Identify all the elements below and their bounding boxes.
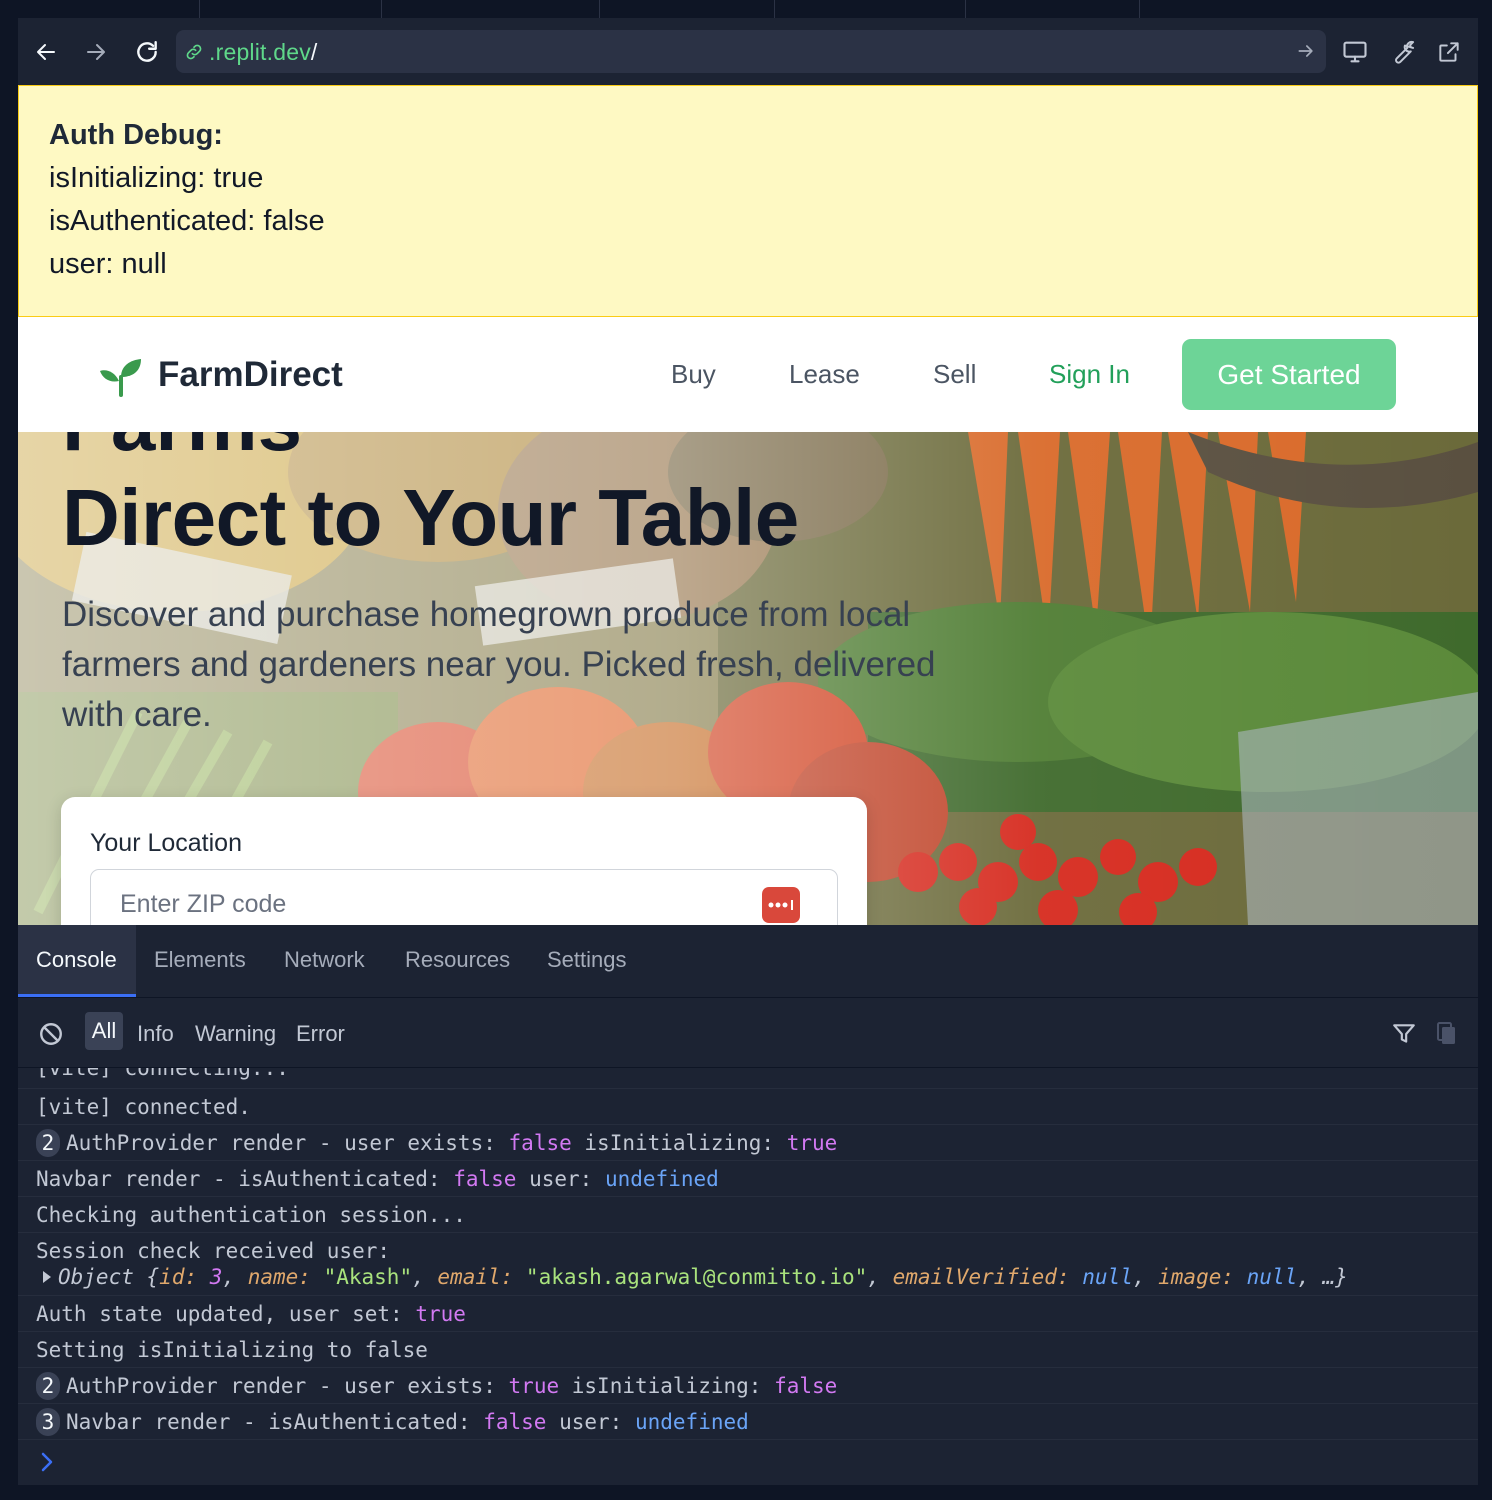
arrow-right-icon [87,44,105,60]
clear-console-icon[interactable] [38,1021,64,1047]
browser-tab-strip [0,0,1492,18]
back-button[interactable] [30,36,62,68]
log-row: Setting isInitializing to false [18,1332,1478,1368]
tab-settings[interactable]: Settings [547,947,627,973]
filter-all[interactable]: All [85,1012,123,1050]
log-row: 2 AuthProvider render - user exists: fals… [18,1125,1478,1161]
debug-is-initializing: isInitializing: true [49,162,264,194]
device-preview-button[interactable] [1338,35,1372,69]
filter-info[interactable]: Info [137,1021,174,1047]
zip-placeholder: Enter ZIP code [120,890,287,918]
tab-network[interactable]: Network [284,947,365,973]
link-icon [186,44,202,60]
reload-button[interactable] [131,36,163,68]
location-label: Your Location [90,829,242,857]
password-manager-icon[interactable] [762,887,800,923]
console-input[interactable] [18,1440,1478,1485]
arrow-left-icon [37,44,55,60]
debug-is-authenticated: isAuthenticated: false [49,205,325,237]
filter-warning[interactable]: Warning [195,1021,276,1047]
get-started-button[interactable]: Get Started [1182,339,1396,410]
go-arrow-icon[interactable] [1296,41,1316,61]
nav-link-lease[interactable]: Lease [789,359,860,390]
log-row: [vite] connected. [18,1089,1478,1125]
repeat-count-badge: 2 [36,1129,60,1157]
tab-resources[interactable]: Resources [405,947,510,973]
devtools-panel: Console Elements Network Resources Setti… [18,925,1478,1485]
nav-link-sign-in[interactable]: Sign In [1049,359,1130,390]
browser-tab[interactable] [600,0,775,18]
open-new-tab-button[interactable] [1432,35,1466,69]
debug-user: user: null [49,248,167,280]
console-filter-bar: All Info Warning Error [18,998,1478,1068]
log-row: [vite] connecting... [18,1068,1478,1089]
active-tab-indicator [18,994,136,997]
browser-tab[interactable] [382,0,600,18]
brand-logo-text[interactable]: FarmDirect [158,355,343,395]
log-row: Session check received user: Object {id:… [18,1233,1478,1296]
hero-heading: Direct to Your Table [62,473,799,562]
browser-tab[interactable] [966,0,1140,18]
log-row: 2 AuthProvider render - user exists: true… [18,1368,1478,1404]
filter-error[interactable]: Error [296,1021,345,1047]
log-row: Checking authentication session... [18,1197,1478,1233]
site-navbar: FarmDirect Buy Lease Sell Sign In Get St… [18,317,1478,432]
repeat-count-badge: 3 [36,1408,60,1436]
hero-subtitle: Discover and purchase homegrown produce … [62,595,936,734]
forward-button[interactable] [80,36,112,68]
log-row: Navbar render - isAuthenticated: false u… [18,1161,1478,1197]
log-row: Auth state updated, user set: true [18,1296,1478,1332]
page-viewport: Auth Debug: isInitializing: true isAuthe… [18,85,1478,925]
monitor-icon [1343,41,1367,63]
browser-tab[interactable] [775,0,966,18]
browser-toolbar: .replit.dev/ [18,18,1478,85]
devtools-tab-bar: Console Elements Network Resources Setti… [18,925,1478,998]
browser-tab[interactable] [200,0,382,18]
nav-link-buy[interactable]: Buy [671,359,716,390]
reload-icon [137,41,157,62]
zip-code-input[interactable]: Enter ZIP code [90,869,838,925]
debug-title: Auth Debug: [49,119,223,151]
chevron-right-icon [41,1452,53,1472]
location-card: Your Location Enter ZIP code [61,797,867,925]
tab-elements[interactable]: Elements [154,947,246,973]
wrench-icon [1395,40,1415,64]
devtools-button[interactable] [1385,35,1419,69]
external-link-icon [1439,42,1459,62]
hero-section: Farms Direct to Your Table Discover and … [18,432,1478,925]
browser-tab[interactable] [18,0,200,18]
url-text: .replit.dev/ [209,39,318,65]
expand-triangle-icon[interactable] [40,1270,54,1284]
repeat-count-badge: 2 [36,1372,60,1400]
hero-heading-cut: Farms [62,432,302,469]
expandable-object[interactable]: Object {id: 3, name: "Akash", email: "ak… [40,1265,1348,1289]
console-log: [vite] connecting... [vite] connected. 2… [18,1068,1478,1440]
log-row: 3 Navbar render - isAuthenticated: false … [18,1404,1478,1440]
funnel-icon[interactable] [1390,1021,1418,1047]
copy-icon[interactable] [1436,1021,1458,1047]
url-bar[interactable]: .replit.dev/ [176,30,1326,73]
auth-debug-panel: Auth Debug: isInitializing: true isAuthe… [18,85,1478,317]
nav-link-sell[interactable]: Sell [933,359,976,390]
tab-console[interactable]: Console [36,947,117,973]
sprout-icon [100,359,141,397]
